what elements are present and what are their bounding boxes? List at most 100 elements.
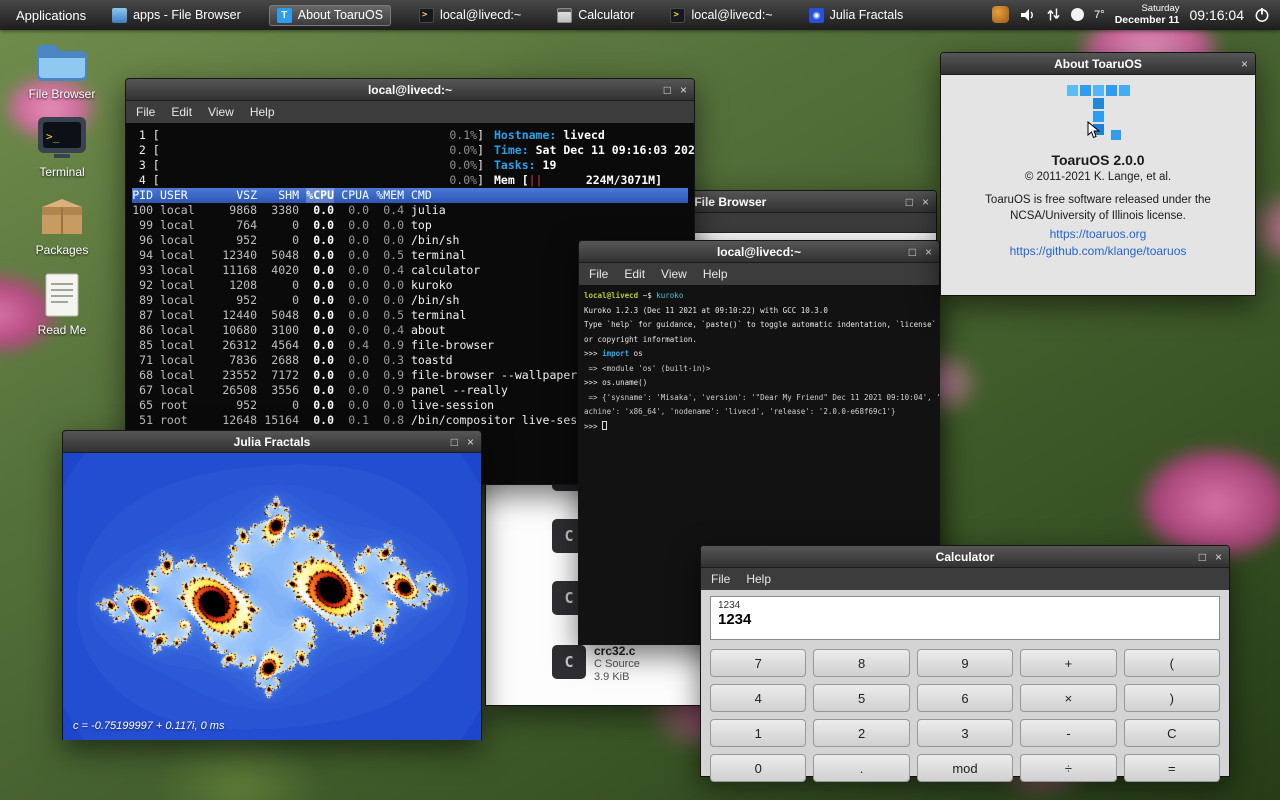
calculator-titlebar[interactable]: Calculator □ × — [701, 546, 1229, 568]
maximize-button[interactable]: □ — [909, 245, 916, 259]
process-vsz: 26508 — [222, 383, 257, 398]
calc-button-divide[interactable]: ÷ — [1020, 754, 1116, 782]
close-button[interactable]: × — [680, 83, 687, 97]
taskbar-window-button[interactable]: local@livecd:~ — [411, 5, 529, 26]
calc-button-mod[interactable]: mod — [917, 754, 1013, 782]
process-shm: 5048 — [264, 308, 299, 323]
calc-button-digit-3[interactable]: 3 — [917, 719, 1013, 747]
menu-file[interactable]: File — [136, 105, 155, 119]
julia-status-text: c = -0.75199997 + 0.117i, 0 ms — [73, 720, 224, 732]
process-mem: 0.9 — [376, 368, 404, 383]
calc-button-equals[interactable]: = — [1124, 754, 1220, 782]
process-mem: 0.8 — [376, 413, 404, 428]
volume-icon[interactable] — [1019, 7, 1036, 23]
toaruos-github-link[interactable]: https://github.com/klange/toaruos — [941, 244, 1255, 258]
terminal-titlebar[interactable]: local@livecd:~ □ × — [579, 241, 939, 263]
taskbar-window-button[interactable]: local@livecd:~ — [662, 5, 780, 26]
close-button[interactable]: × — [1215, 550, 1222, 564]
julia-titlebar[interactable]: Julia Fractals □ × — [63, 431, 481, 453]
process-cpua: 0.0 — [341, 203, 369, 218]
mascot-tray-icon[interactable] — [992, 6, 1009, 23]
desktop-icon-file-browser[interactable]: File Browser — [14, 38, 110, 101]
menu-help[interactable]: Help — [250, 105, 275, 119]
menu-help[interactable]: Help — [703, 267, 728, 281]
close-button[interactable]: × — [925, 245, 932, 259]
close-button[interactable]: × — [1241, 57, 1248, 71]
calc-button-open-paren[interactable]: ( — [1124, 649, 1220, 677]
taskbar-window-button[interactable]: Calculator — [549, 5, 642, 26]
process-mem: 0.0 — [376, 278, 404, 293]
toaruos-website-link[interactable]: https://toaruos.org — [941, 227, 1255, 241]
process-shm: 4564 — [264, 338, 299, 353]
maximize-button[interactable]: □ — [451, 435, 458, 449]
calc-button-digit-9[interactable]: 9 — [917, 649, 1013, 677]
taskbar-button-label: Julia Fractals — [830, 8, 904, 22]
svg-text:>_: >_ — [46, 130, 60, 143]
process-vsz: 26312 — [222, 338, 257, 353]
process-user: root — [160, 398, 222, 413]
close-button[interactable]: × — [922, 195, 929, 209]
julia-fractal-view[interactable] — [63, 453, 481, 740]
calc-button-digit-2[interactable]: 2 — [813, 719, 909, 747]
calc-button-digit-1[interactable]: 1 — [710, 719, 806, 747]
calc-button-digit-4[interactable]: 4 — [710, 684, 806, 712]
menu-edit[interactable]: Edit — [171, 105, 192, 119]
terminal-icon: >_ — [37, 116, 87, 160]
about-titlebar[interactable]: About ToaruOS × — [941, 53, 1255, 75]
process-cpua: 0.0 — [341, 278, 369, 293]
process-vsz: 764 — [222, 218, 257, 233]
calc-button-digit-6[interactable]: 6 — [917, 684, 1013, 712]
menu-view[interactable]: View — [208, 105, 234, 119]
maximize-button[interactable]: □ — [664, 83, 671, 97]
applications-menu[interactable]: Applications — [10, 6, 92, 25]
taskbar-button-label: local@livecd:~ — [440, 8, 521, 22]
process-cpu: 0.0 — [306, 323, 334, 338]
panel-clock[interactable]: 09:16:04 — [1190, 7, 1245, 23]
panel-date[interactable]: Saturday December 11 — [1115, 4, 1180, 27]
desktop-icon-packages[interactable]: Packages — [14, 194, 110, 257]
process-cmd: julia — [411, 203, 446, 218]
power-icon[interactable] — [1254, 7, 1270, 23]
close-button[interactable]: × — [467, 435, 474, 449]
calc-button-decimal[interactable]: . — [813, 754, 909, 782]
process-shm: 0 — [264, 293, 299, 308]
calc-button-clear[interactable]: C — [1124, 719, 1220, 747]
window-title: About ToaruOS — [1054, 57, 1142, 71]
taskbar-window-button[interactable]: Julia Fractals — [801, 5, 912, 26]
menu-file[interactable]: File — [711, 572, 730, 586]
menu-file[interactable]: File — [589, 267, 608, 281]
process-cmd: /bin/compositor live-session — [411, 413, 605, 428]
calc-button-close-paren[interactable]: ) — [1124, 684, 1220, 712]
calc-button-digit-0[interactable]: 0 — [710, 754, 806, 782]
menu-view[interactable]: View — [661, 267, 687, 281]
calc-button-multiply[interactable]: × — [1020, 684, 1116, 712]
calc-button-minus[interactable]: - — [1020, 719, 1116, 747]
calc-button-digit-7[interactable]: 7 — [710, 649, 806, 677]
process-mem: 0.3 — [376, 353, 404, 368]
calc-button-digit-5[interactable]: 5 — [813, 684, 909, 712]
maximize-button[interactable]: □ — [1199, 550, 1206, 564]
maximize-button[interactable]: □ — [906, 195, 913, 209]
calc-button-plus[interactable]: + — [1020, 649, 1116, 677]
process-pid: 93 — [132, 263, 153, 278]
taskbar-window-button[interactable]: apps - File Browser — [104, 5, 249, 26]
network-icon[interactable] — [1046, 7, 1061, 22]
desktop-icon-terminal[interactable]: >_ Terminal — [14, 116, 110, 179]
process-shm: 2688 — [264, 353, 299, 368]
desktop-icon-read-me[interactable]: Read Me — [14, 272, 110, 337]
menu-help[interactable]: Help — [746, 572, 771, 586]
process-pid: 85 — [132, 338, 153, 353]
process-shm: 3100 — [264, 323, 299, 338]
calc-button-digit-8[interactable]: 8 — [813, 649, 909, 677]
process-mem: 0.5 — [376, 248, 404, 263]
taskbar-window-button[interactable]: About ToaruOS — [269, 5, 391, 26]
terminal-titlebar[interactable]: local@livecd:~ □ × — [126, 79, 694, 101]
taskbar-button-label: local@livecd:~ — [691, 8, 772, 22]
weather-icon[interactable] — [1071, 8, 1084, 21]
process-mem: 0.0 — [376, 233, 404, 248]
menu-edit[interactable]: Edit — [624, 267, 645, 281]
process-shm: 0 — [264, 398, 299, 413]
process-cpu: 0.0 — [306, 293, 334, 308]
top-panel: Applications apps - File Browser About To… — [0, 0, 1280, 30]
process-user: local — [160, 248, 222, 263]
